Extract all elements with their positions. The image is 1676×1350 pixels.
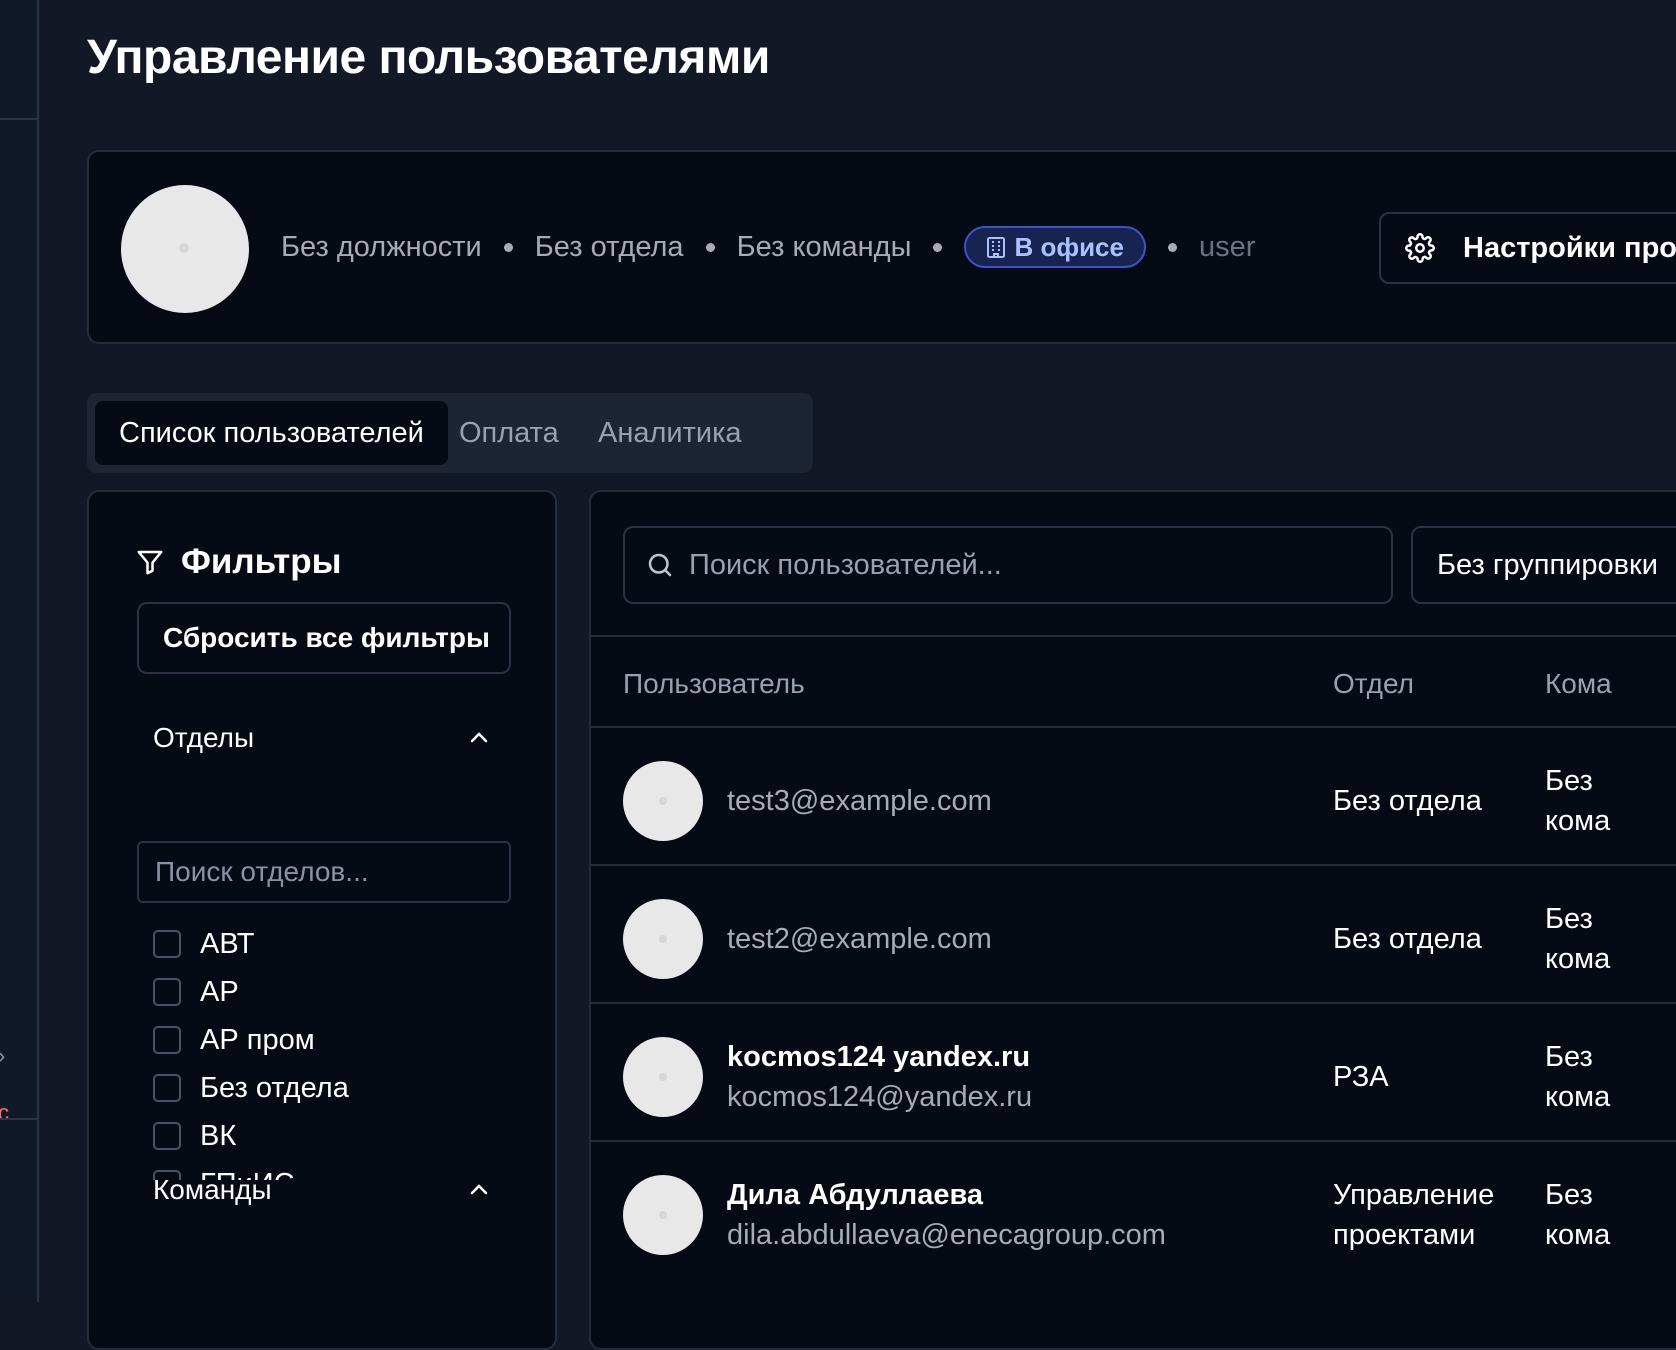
user-cell: test3@example.com xyxy=(727,728,992,874)
chevron-right-icon[interactable]: › xyxy=(0,1043,5,1069)
department-search-input[interactable]: Поиск отделов... xyxy=(137,841,511,903)
alert-icon: c xyxy=(0,1100,9,1125)
table-row[interactable]: kocmos124 yandex.ru kocmos124@yandex.ru … xyxy=(591,1004,1676,1150)
department-cell: Управление проектами xyxy=(1333,1179,1495,1251)
profile-settings-button[interactable]: Настройки профи xyxy=(1379,212,1676,284)
search-icon xyxy=(648,553,672,577)
filters-header: Фильтры xyxy=(135,542,341,582)
user-name: Дила Абдуллаева xyxy=(727,1179,984,1211)
profile-department: Без отдела xyxy=(534,230,684,263)
user-cell: test2@example.com xyxy=(727,866,992,1012)
user-search-placeholder: Поиск пользователей... xyxy=(689,548,1002,581)
main-content: Управление пользователями Без должности … xyxy=(37,0,1676,1350)
department-label: АВТ xyxy=(200,927,255,960)
departments-section-title: Отделы xyxy=(153,722,255,753)
separator-dot xyxy=(503,242,513,252)
table-row[interactable]: test3@example.com Без отдела Без кома xyxy=(591,728,1676,874)
department-label: Без отдела xyxy=(200,1071,349,1104)
chevron-up-icon[interactable] xyxy=(467,726,491,750)
location-badge: В офисе xyxy=(964,226,1146,268)
user-email: dila.abdullaeva@enecagroup.com xyxy=(727,1219,1166,1251)
user-email: test3@example.com xyxy=(727,785,992,817)
filters-title: Фильтры xyxy=(181,542,342,581)
table-row[interactable]: Дила Абдуллаева dila.abdullaeva@enecagro… xyxy=(591,1142,1676,1288)
department-option[interactable]: АВТ xyxy=(153,920,483,968)
profile-team: Без команды xyxy=(736,230,912,263)
department-cell: Без отдела xyxy=(1333,785,1482,817)
location-badge-label: В офисе xyxy=(1014,231,1124,262)
user-email: test2@example.com xyxy=(727,923,992,955)
tab-users-list[interactable]: Список пользователей xyxy=(95,401,448,465)
department-option[interactable]: АР xyxy=(153,968,483,1016)
department-option[interactable]: ВК xyxy=(153,1112,483,1160)
profile-role: user xyxy=(1198,230,1256,263)
avatar xyxy=(623,1175,703,1255)
department-cell: Без отдела xyxy=(1333,923,1482,955)
checkbox[interactable] xyxy=(153,978,181,1006)
profile-card: Без должности Без отдела Без команды В о… xyxy=(87,150,1676,344)
team-cell: Без кома xyxy=(1545,1041,1611,1113)
department-label: АР xyxy=(200,975,239,1008)
filters-panel: Фильтры Сбросить все фильтры Отделы Поис… xyxy=(87,490,557,1350)
team-cell: Без кома xyxy=(1545,765,1611,837)
department-option[interactable]: Без отдела xyxy=(153,1064,483,1112)
checkbox[interactable] xyxy=(153,1122,181,1150)
avatar xyxy=(623,1037,703,1117)
profile-settings-label: Настройки профи xyxy=(1463,231,1676,264)
divider xyxy=(591,635,1676,637)
team-cell: Без кома xyxy=(1545,903,1611,975)
gear-icon xyxy=(1405,233,1435,263)
user-name: kocmos124 yandex.ru xyxy=(727,1041,1031,1073)
teams-section-title: Команды xyxy=(153,1174,272,1205)
column-header-user: Пользователь xyxy=(623,668,805,699)
separator-dot xyxy=(933,242,943,252)
profile-position: Без должности xyxy=(281,230,482,263)
separator-dot xyxy=(705,242,715,252)
profile-avatar xyxy=(121,185,249,313)
user-email: kocmos124@yandex.ru xyxy=(727,1081,1033,1113)
separator-dot xyxy=(1167,242,1177,252)
column-header-team: Кома xyxy=(1545,668,1612,699)
department-list: АВТ АР АР пром Без отдела ВК ГПиИС xyxy=(153,920,483,1180)
sidebar-divider xyxy=(0,118,37,120)
reset-filters-button[interactable]: Сбросить все фильтры xyxy=(137,602,511,674)
building-icon xyxy=(987,237,1006,258)
user-cell: kocmos124 yandex.ru kocmos124@yandex.ru xyxy=(727,1004,1032,1150)
profile-meta: Без должности Без отдела Без команды В о… xyxy=(281,226,1255,268)
department-label: ВК xyxy=(200,1119,237,1152)
team-cell: Без кома xyxy=(1545,1179,1611,1251)
grouping-select[interactable]: Без группировки xyxy=(1411,526,1676,604)
page-title: Управление пользователями xyxy=(87,31,770,84)
left-sidebar: › c xyxy=(0,0,39,1302)
tab-analytics[interactable]: Аналитика xyxy=(574,401,766,465)
avatar xyxy=(623,761,703,841)
column-header-department: Отдел xyxy=(1333,668,1414,699)
user-search-input[interactable]: Поиск пользователей... xyxy=(623,526,1393,604)
department-cell: РЗА xyxy=(1333,1061,1389,1093)
checkbox[interactable] xyxy=(153,1074,181,1102)
chevron-up-icon[interactable] xyxy=(467,1178,491,1202)
tab-bar: Список пользователей Оплата Аналитика xyxy=(87,393,813,473)
filter-icon xyxy=(137,550,163,575)
checkbox[interactable] xyxy=(153,1026,181,1054)
checkbox[interactable] xyxy=(153,930,181,958)
department-label: АР пром xyxy=(200,1023,315,1056)
avatar xyxy=(623,899,703,979)
sidebar-divider xyxy=(0,1118,37,1120)
table-row[interactable]: test2@example.com Без отдела Без кома xyxy=(591,866,1676,1012)
user-cell: Дила Абдуллаева dila.abdullaeva@enecagro… xyxy=(727,1142,1166,1288)
tab-payment[interactable]: Оплата xyxy=(435,401,583,465)
department-option[interactable]: АР пром xyxy=(153,1016,483,1064)
users-table-card: Поиск пользователей... Без группировки П… xyxy=(589,490,1676,1350)
